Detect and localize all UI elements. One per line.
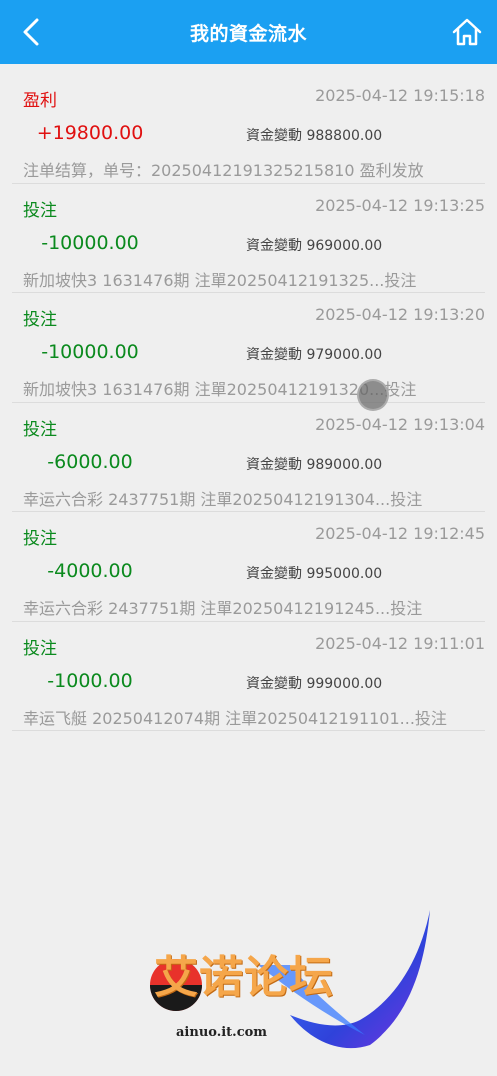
chevron-left-icon bbox=[23, 18, 39, 46]
touch-indicator bbox=[357, 379, 389, 411]
home-icon bbox=[452, 18, 482, 46]
record-amount: -6000.00 bbox=[47, 450, 133, 473]
watermark-logo: 艾诺论坛 ainuo.it.com bbox=[140, 905, 440, 1055]
list-item[interactable]: 投注 2025-04-12 19:11:01 -1000.00 資金變動 999… bbox=[12, 622, 485, 731]
list-item[interactable]: 投注 2025-04-12 19:13:04 -6000.00 資金變動 989… bbox=[12, 403, 485, 512]
watermark-name: 艾诺论坛 bbox=[154, 952, 334, 1003]
list-item[interactable]: 投注 2025-04-12 19:13:25 -10000.00 資金變動 96… bbox=[12, 184, 485, 293]
record-time: 2025-04-12 19:11:01 bbox=[315, 633, 485, 653]
list-item[interactable]: 投注 2025-04-12 19:13:20 -10000.00 資金變動 97… bbox=[12, 293, 485, 403]
record-amount: -1000.00 bbox=[47, 669, 133, 692]
record-type: 盈利 bbox=[23, 91, 57, 111]
record-description: 新加坡快3 1631476期 注單20250412191325...投注 bbox=[23, 270, 417, 290]
list-item[interactable]: 投注 2025-04-12 19:12:45 -4000.00 資金變動 995… bbox=[12, 512, 485, 622]
record-description: 注单结算，单号：20250412191325215810 盈利发放 bbox=[23, 161, 424, 180]
record-time: 2025-04-12 19:13:04 bbox=[315, 414, 485, 434]
app-header: 我的資金流水 bbox=[0, 0, 497, 64]
record-amount: -10000.00 bbox=[41, 341, 139, 363]
record-balance: 資金變動 988800.00 bbox=[246, 128, 383, 144]
record-type: 投注 bbox=[23, 200, 57, 221]
record-amount: -4000.00 bbox=[47, 560, 133, 582]
page-title: 我的資金流水 bbox=[189, 22, 307, 45]
list-item[interactable]: 盈利 2025-04-12 19:15:18 +19800.00 資金變動 98… bbox=[12, 74, 485, 184]
home-button[interactable] bbox=[447, 12, 487, 52]
record-type: 投注 bbox=[23, 638, 57, 659]
record-balance: 資金變動 969000.00 bbox=[246, 237, 383, 254]
record-balance: 資金變動 989000.00 bbox=[246, 456, 383, 473]
back-button[interactable] bbox=[14, 14, 48, 50]
record-description: 幸运六合彩 2437751期 注單20250412191304...投注 bbox=[23, 489, 423, 509]
fund-flow-list: 盈利 2025-04-12 19:15:18 +19800.00 資金變動 98… bbox=[12, 74, 485, 731]
record-amount: -10000.00 bbox=[41, 231, 139, 254]
record-balance: 資金變動 979000.00 bbox=[246, 347, 383, 363]
watermark-site: ainuo.it.com bbox=[176, 1025, 268, 1040]
record-amount: +19800.00 bbox=[36, 122, 144, 144]
record-time: 2025-04-12 19:12:45 bbox=[315, 524, 485, 543]
record-time: 2025-04-12 19:13:25 bbox=[315, 195, 485, 215]
record-type: 投注 bbox=[23, 529, 57, 549]
record-type: 投注 bbox=[23, 310, 57, 330]
record-time: 2025-04-12 19:15:18 bbox=[315, 86, 485, 105]
record-description: 幸运飞艇 20250412074期 注單20250412191101...投注 bbox=[23, 708, 447, 728]
record-time: 2025-04-12 19:13:20 bbox=[315, 305, 485, 324]
record-balance: 資金變動 995000.00 bbox=[246, 566, 383, 582]
record-description: 幸运六合彩 2437751期 注單20250412191245...投注 bbox=[23, 599, 423, 618]
record-balance: 資金變動 999000.00 bbox=[246, 675, 383, 692]
record-type: 投注 bbox=[23, 419, 57, 440]
